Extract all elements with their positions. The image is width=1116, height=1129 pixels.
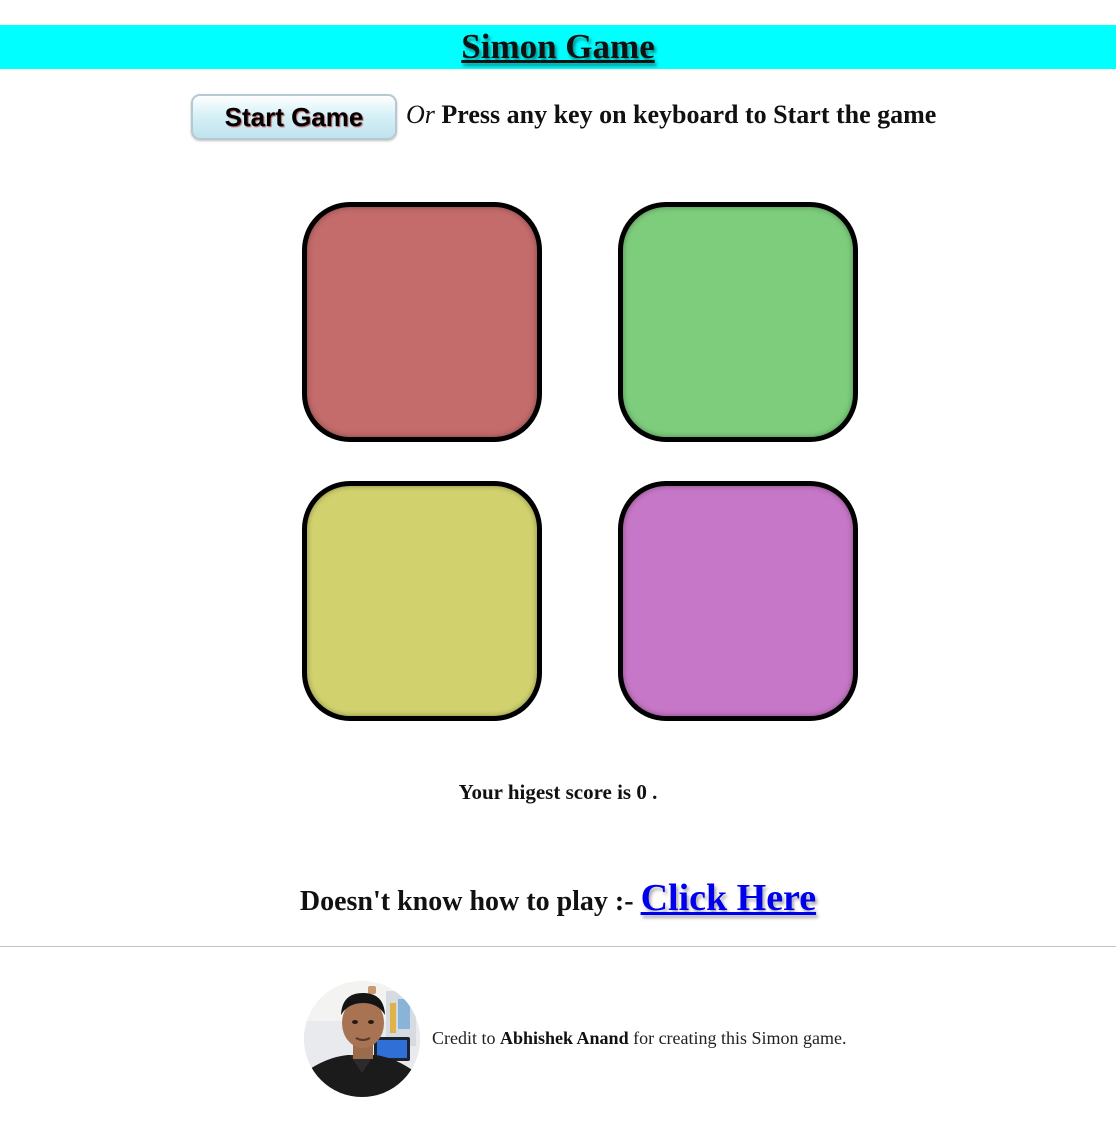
purple-pad[interactable] [618,481,858,721]
help-row: Doesn't know how to play :- Click Here [0,876,1116,920]
start-row: Start Game Or Press any key on keyboard … [0,92,1116,142]
help-link[interactable]: Click Here [641,877,817,919]
author-avatar [304,981,420,1097]
credit-suffix: for creating this Simon game. [628,1028,847,1048]
score-prefix: Your higest score is [458,780,637,804]
start-hint: Or Press any key on keyboard to Start th… [406,100,936,130]
title-bar: Simon Game [0,25,1116,69]
author-photo-icon [304,981,420,1097]
author-name: Abhishek Anand [500,1028,629,1048]
start-game-button[interactable]: Start Game [191,94,397,140]
start-hint-or: Or [406,100,435,129]
page-title: Simon Game [461,27,655,66]
credit-prefix: Credit to [432,1028,500,1048]
yellow-pad[interactable] [302,481,542,721]
credit-text: Credit to Abhishek Anand for creating th… [432,1028,847,1049]
start-hint-text: Press any key on keyboard to Start the g… [434,100,937,129]
help-text: Doesn't know how to play :- [299,886,641,917]
score-suffix: . [646,780,658,804]
score-value: 0 [636,780,647,804]
green-pad[interactable] [618,202,858,442]
highest-score: Your higest score is 0 . [0,780,1116,805]
red-pad[interactable] [302,202,542,442]
divider [0,946,1116,947]
